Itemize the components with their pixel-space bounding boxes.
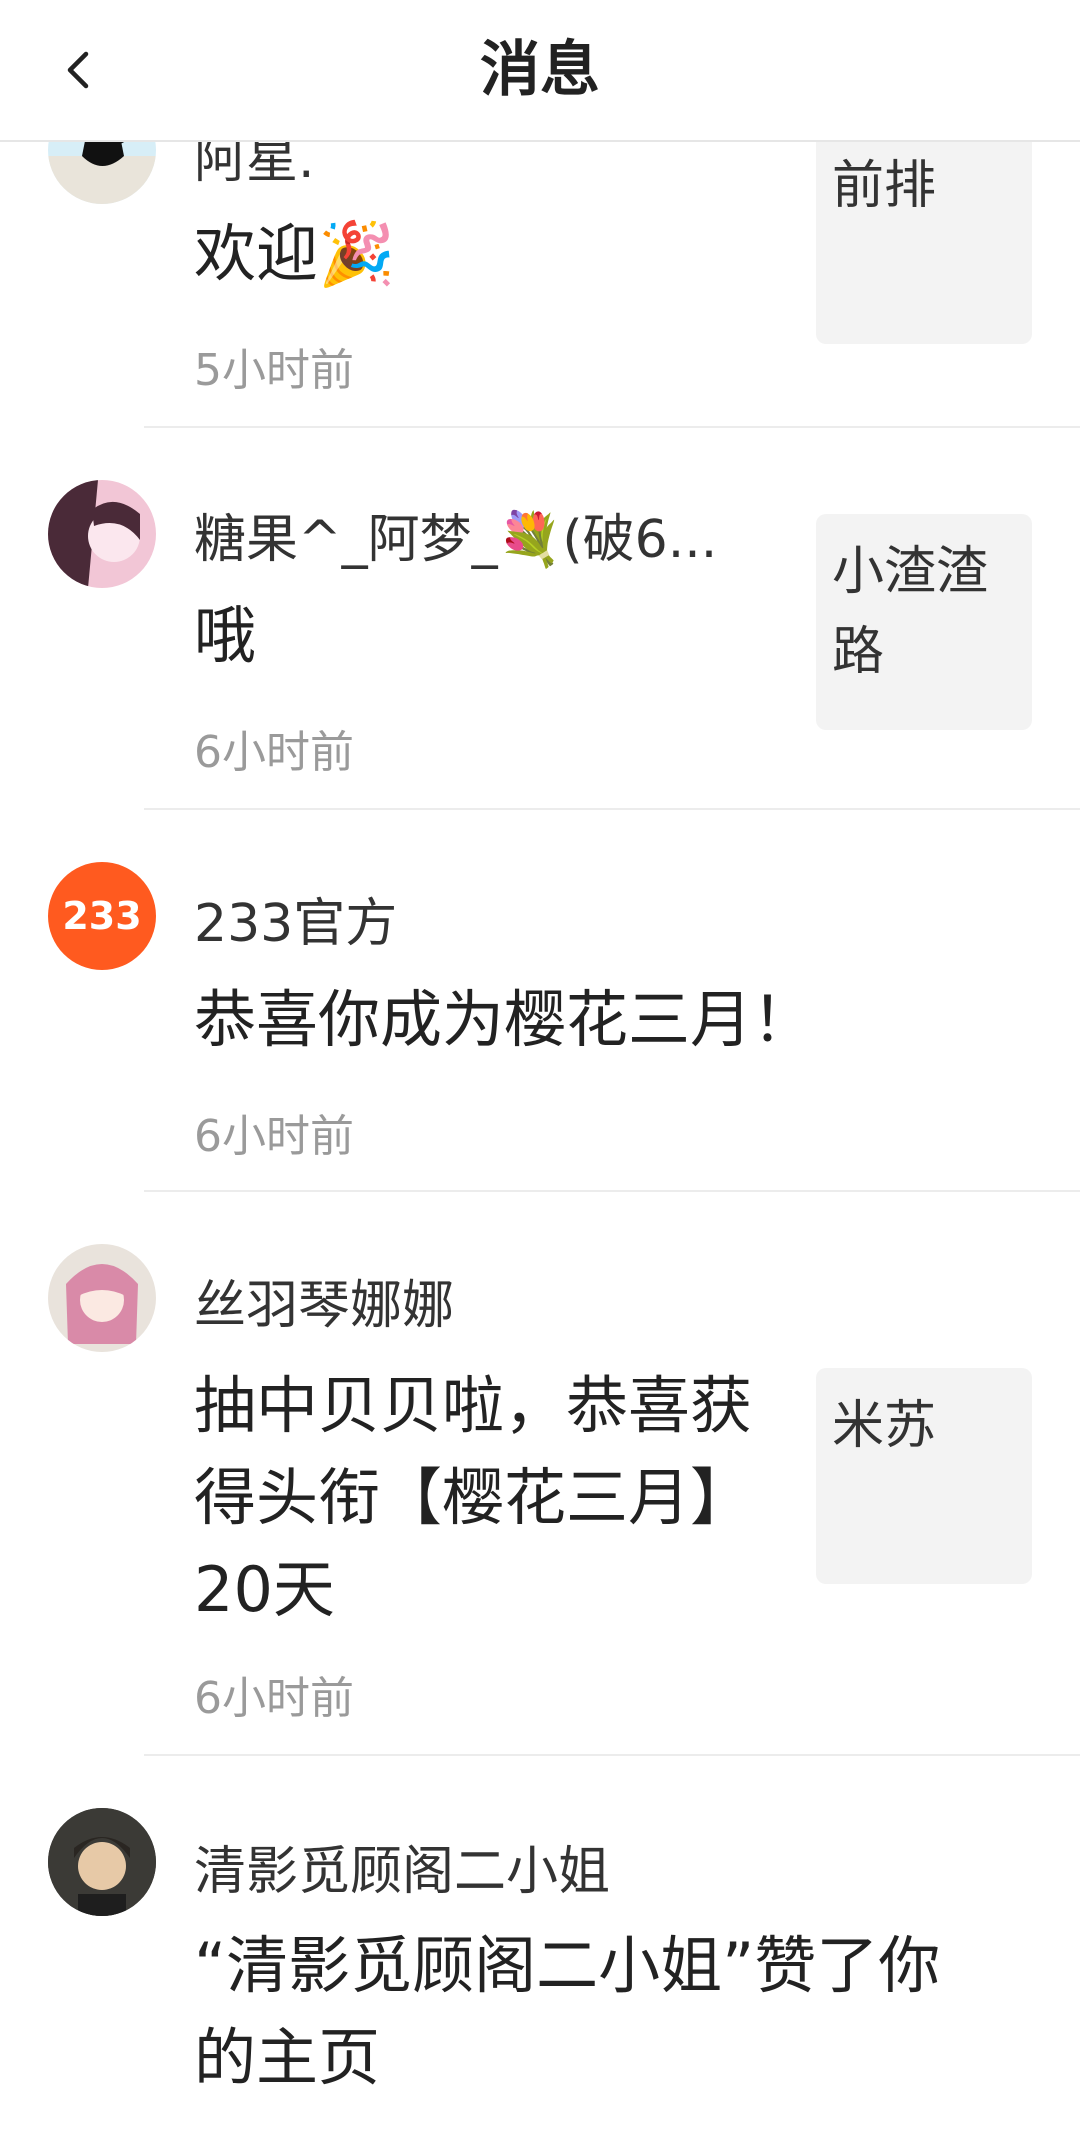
avatar[interactable]: 233 — [48, 862, 156, 970]
message-text: 哦 — [194, 599, 257, 672]
sender-name: 糖果^_阿梦_💐(破6... — [194, 510, 718, 570]
list-item[interactable]: 丝羽琴娜娜 抽中贝贝啦，恭喜获得头衔【樱花三月】20天 6小时前 米苏 — [0, 1192, 1080, 1756]
avatar-image — [48, 480, 140, 588]
message-time: 6小时前 — [194, 727, 354, 778]
message-text: “清影觅顾阁二小姐”赞了你的主页 — [194, 1929, 941, 2094]
sender-name: 清影觅顾阁二小姐 — [194, 1842, 611, 1902]
list-item[interactable]: 清影觅顾阁二小姐 “清影觅顾阁二小姐”赞了你的主页 — [0, 1756, 1080, 2133]
message-text: 欢迎🎉 — [194, 217, 396, 290]
reply-thumbnail[interactable]: 前排 — [816, 128, 1032, 344]
message-text: 抽中贝贝啦，恭喜获得头衔【樱花三月】20天 — [194, 1369, 753, 1626]
sender-name: 丝羽琴娜娜 — [194, 1276, 455, 1336]
reply-thumbnail[interactable]: 米苏 — [816, 1368, 1032, 1584]
avatar[interactable] — [48, 1244, 156, 1352]
message-time: 6小时前 — [194, 1673, 354, 1724]
message-time: 5小时前 — [194, 345, 354, 396]
avatar-logo-text: 233 — [62, 894, 142, 938]
message-text: 恭喜你成为樱花三月！ — [194, 983, 815, 1056]
list-item[interactable]: 233 233官方 恭喜你成为樱花三月！ 6小时前 — [0, 810, 1080, 1192]
sender-name: 233官方 — [194, 894, 398, 954]
list-item[interactable]: 糖果^_阿梦_💐(破6... 哦 6小时前 小渣渣路 — [0, 428, 1080, 810]
reply-thumbnail[interactable]: 小渣渣路 — [816, 514, 1032, 730]
avatar[interactable] — [48, 480, 156, 588]
top-bar: 消息 — [0, 0, 1080, 142]
page-title: 消息 — [480, 35, 600, 105]
avatar-image — [66, 1264, 138, 1344]
message-time: 6小时前 — [194, 1111, 354, 1162]
avatar-image — [48, 1808, 156, 1916]
avatar[interactable] — [48, 1808, 156, 1916]
